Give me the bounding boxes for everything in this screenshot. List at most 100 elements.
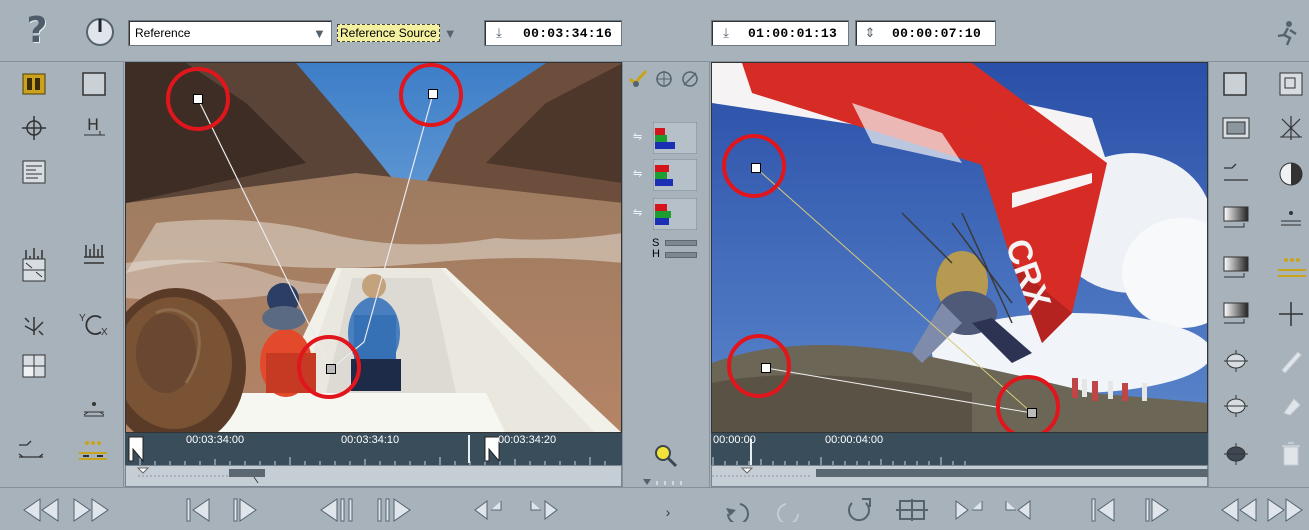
highlight-ring <box>297 335 361 399</box>
gradient-2-button[interactable] <box>1221 254 1251 282</box>
corner-pin-icon <box>1279 72 1303 96</box>
gradient-icon <box>1223 256 1249 278</box>
step-back-button[interactable] <box>183 494 213 526</box>
fast-forward-button[interactable] <box>72 494 110 526</box>
channel-row-3[interactable]: ⇋ <box>625 198 711 230</box>
corner-pin-button[interactable] <box>1277 70 1305 98</box>
mark-in-button[interactable] <box>472 494 506 526</box>
grid-icon <box>22 354 46 378</box>
window-button[interactable] <box>20 158 48 186</box>
source-scrub-bar[interactable] <box>125 465 622 487</box>
timeline-button[interactable] <box>20 70 48 98</box>
source-timeline-ruler[interactable]: 00:03:34:00 00:03:34:10 00:03:34:20 <box>125 433 622 465</box>
crosshair-icon <box>22 116 46 140</box>
power-button[interactable] <box>84 16 116 48</box>
s-slider[interactable] <box>665 240 697 246</box>
next-edit-button[interactable] <box>375 494 415 526</box>
h-slider[interactable] <box>665 252 697 258</box>
ruler-align-button[interactable] <box>80 240 108 268</box>
gradient-1-button[interactable] <box>1221 204 1251 232</box>
running-figure-icon <box>1277 21 1297 46</box>
reference-select[interactable]: Reference ▼ <box>128 20 332 46</box>
reference-source-select[interactable]: Reference Source ▼ <box>337 20 482 46</box>
ruler-align-icon <box>84 244 104 264</box>
help-button[interactable]: ? <box>22 10 52 51</box>
keyframe-move-right-button[interactable] <box>1277 204 1305 232</box>
mark-in-flag[interactable] <box>127 436 145 463</box>
crosshair-right-button[interactable] <box>1277 300 1305 328</box>
source-ruler-label-1: 00:03:34:00 <box>186 434 245 446</box>
undo-button[interactable] <box>722 494 756 526</box>
tracker-tool-button[interactable] <box>653 68 675 90</box>
source-ruler-label-3: 00:03:34:20 <box>498 434 557 446</box>
light-icon <box>1224 395 1248 417</box>
scale-button[interactable] <box>1277 114 1305 142</box>
go-to-out-button[interactable] <box>1000 494 1034 526</box>
duration-timecode-field[interactable]: ⇕ 00:00:07:10 <box>855 20 996 46</box>
rotate-x-icon: YX <box>79 313 108 338</box>
rewind-button[interactable] <box>22 494 60 526</box>
channel-row-2[interactable]: ⇋ <box>625 159 711 191</box>
keyframe-active-icon <box>1278 258 1306 277</box>
keyframe-active-right-button[interactable] <box>1275 254 1309 282</box>
blank-frame-button[interactable] <box>80 70 108 98</box>
play-in-out-icon <box>896 499 928 521</box>
zoom-slider[interactable] <box>643 476 691 486</box>
play-in-out-button[interactable] <box>892 494 932 526</box>
horizontal-icon: H <box>84 115 105 136</box>
bulb-2-button[interactable] <box>1221 392 1251 420</box>
step-forward-button[interactable] <box>230 494 260 526</box>
stabilize-tool-button[interactable] <box>679 68 701 90</box>
record-step-back-button[interactable] <box>1088 494 1118 526</box>
pen-button[interactable] <box>1277 347 1305 375</box>
reference-timecode-field[interactable]: ⤓ 00:03:34:16 <box>484 20 622 46</box>
expand-arrow-button[interactable]: › <box>656 498 680 526</box>
gradient-3-button[interactable] <box>1221 300 1251 328</box>
wipe-button[interactable] <box>1221 114 1251 142</box>
crosshair-button[interactable] <box>20 114 48 142</box>
zoom-button[interactable] <box>651 442 679 470</box>
source-monitor-view[interactable] <box>125 62 622 433</box>
record-step-forward-button[interactable] <box>1142 494 1172 526</box>
keyframe-span-button[interactable] <box>1221 160 1251 188</box>
record-fast-forward-button[interactable] <box>1266 494 1304 526</box>
transform-button[interactable] <box>20 312 48 340</box>
h-button[interactable]: H <box>80 112 108 142</box>
grid-button[interactable] <box>20 352 48 380</box>
trash-icon <box>1282 442 1300 466</box>
record-scrub-bar[interactable] <box>711 465 1209 487</box>
rgb-bars-icon <box>653 122 697 154</box>
record-monitor-view[interactable]: CRX <box>711 62 1208 433</box>
prev-edit-button[interactable] <box>318 494 358 526</box>
fill-button[interactable] <box>1277 392 1305 420</box>
keyframe-move-icon <box>1281 211 1301 226</box>
mark-in-icon <box>474 500 502 520</box>
trash-button[interactable] <box>1277 440 1305 468</box>
svg-text:X: X <box>101 327 108 338</box>
keyframe-active-button[interactable] <box>76 437 110 465</box>
checkmark-tool-button[interactable] <box>627 68 649 90</box>
keyframe-left-button[interactable] <box>16 437 46 465</box>
svg-text:Y: Y <box>79 313 86 324</box>
split-button[interactable] <box>20 256 48 284</box>
bulb-1-button[interactable] <box>1221 347 1251 375</box>
duration-icon: ⇕ <box>864 25 876 40</box>
contrast-button[interactable] <box>1277 160 1305 188</box>
loop-button[interactable] <box>842 494 876 526</box>
running-figure-button[interactable] <box>1272 18 1302 48</box>
h-label: H <box>652 248 660 260</box>
master-timecode-field[interactable]: ⤓ 01:00:01:13 <box>711 20 849 46</box>
record-timeline-ruler[interactable]: 00:00:00 00:00:04:00 <box>711 433 1208 465</box>
link-icon: ⇋ <box>633 168 643 180</box>
channel-row-1[interactable]: ⇋ <box>625 122 711 154</box>
left-tool-column: H YX <box>0 62 124 487</box>
right-blank-frame-button[interactable] <box>1221 70 1249 98</box>
mark-out-button[interactable] <box>526 494 560 526</box>
loop-icon <box>848 498 871 522</box>
go-to-in-button[interactable] <box>952 494 986 526</box>
record-rewind-button[interactable] <box>1220 494 1258 526</box>
rotate-x-button[interactable]: YX <box>78 310 110 340</box>
bulb-3-button[interactable] <box>1221 440 1251 468</box>
redo-button[interactable] <box>770 494 804 526</box>
keyframe-move-button[interactable] <box>80 397 108 421</box>
